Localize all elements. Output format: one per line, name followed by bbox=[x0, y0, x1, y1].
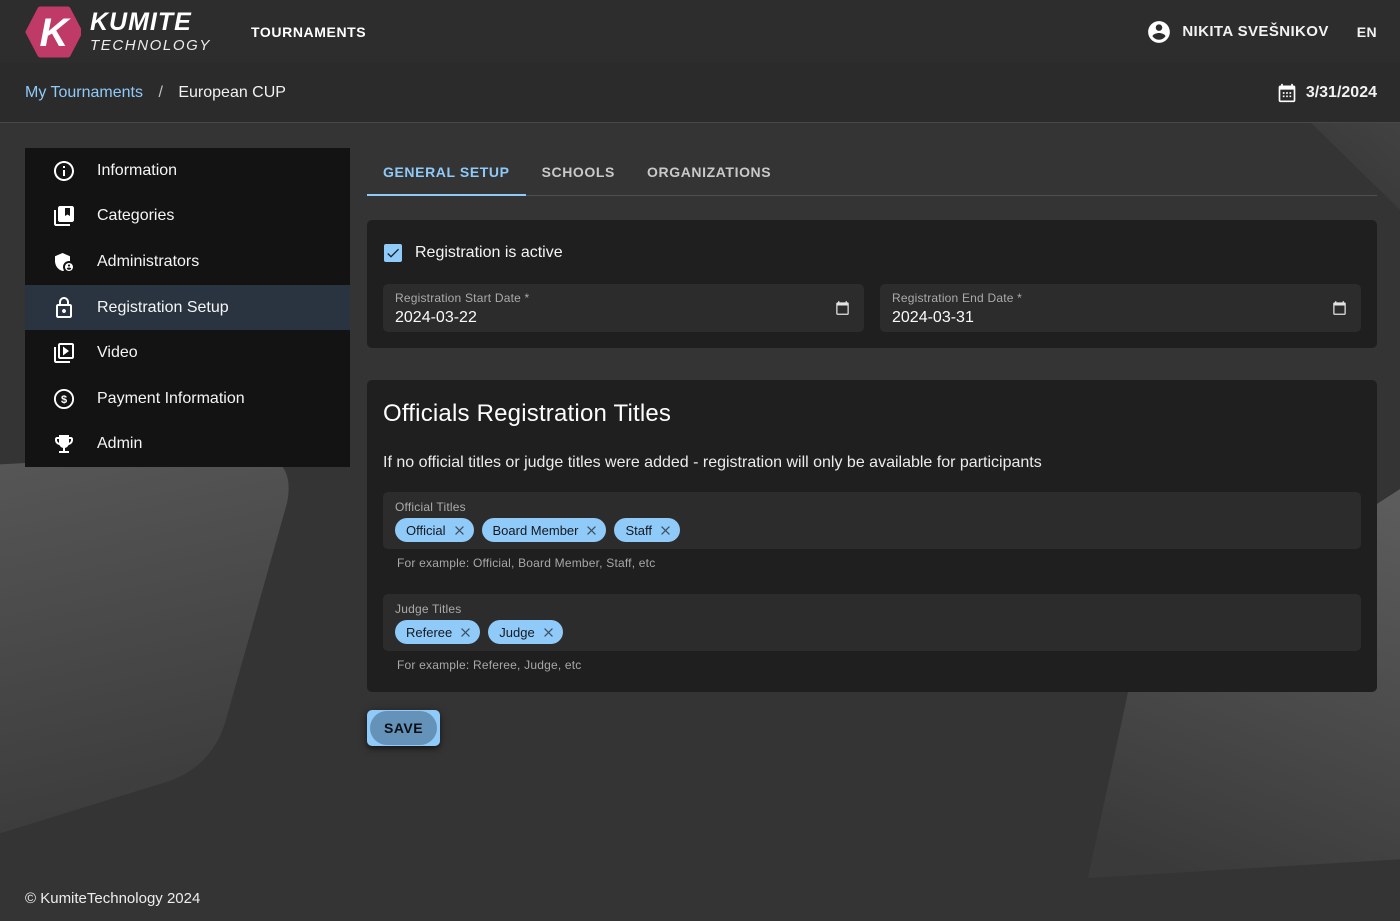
date-picker-icon[interactable] bbox=[1332, 301, 1347, 316]
sidebar-item-payment-information[interactable]: $ Payment Information bbox=[25, 376, 350, 422]
field-label: Judge Titles bbox=[395, 602, 1349, 616]
field-value: 2024-03-22 bbox=[395, 309, 820, 327]
brand-name: KUMITE bbox=[90, 10, 211, 35]
registration-start-date-field[interactable]: Registration Start Date * 2024-03-22 bbox=[383, 284, 864, 332]
breadcrumb-bar: My Tournaments / European CUP 3/31/2024 bbox=[0, 63, 1400, 123]
sidebar-item-administrators[interactable]: Administrators bbox=[25, 239, 350, 285]
user-menu[interactable]: NIKITA SVEŠNIKOV bbox=[1146, 19, 1328, 45]
chip-close-icon[interactable] bbox=[584, 523, 599, 538]
info-icon bbox=[52, 159, 76, 183]
sidebar-item-video[interactable]: Video bbox=[25, 330, 350, 376]
tab-general-setup[interactable]: GENERAL SETUP bbox=[367, 148, 526, 195]
officials-card-description: If no official titles or judge titles we… bbox=[383, 454, 1361, 472]
tab-organizations[interactable]: ORGANIZATIONS bbox=[631, 148, 787, 195]
logo-letter: K bbox=[40, 11, 72, 55]
breadcrumb-current: European CUP bbox=[178, 84, 286, 101]
sidebar-item-admin[interactable]: Admin bbox=[25, 422, 350, 468]
administrators-icon bbox=[52, 250, 76, 274]
officials-card-title: Officials Registration Titles bbox=[383, 400, 1361, 428]
breadcrumb: My Tournaments / European CUP bbox=[25, 84, 286, 102]
field-label: Registration Start Date * bbox=[395, 291, 820, 305]
user-name: NIKITA SVEŠNIKOV bbox=[1182, 23, 1328, 40]
field-value: 2024-03-31 bbox=[892, 309, 1317, 327]
lock-icon bbox=[52, 296, 76, 320]
tournament-date-value: 3/31/2024 bbox=[1306, 84, 1377, 102]
sidebar-item-categories[interactable]: Categories bbox=[25, 194, 350, 240]
date-picker-icon[interactable] bbox=[835, 301, 850, 316]
logo-text: KUMITE TECHNOLOGY bbox=[90, 10, 211, 53]
breadcrumb-separator: / bbox=[158, 84, 162, 101]
nav-tournaments[interactable]: TOURNAMENTS bbox=[251, 24, 366, 40]
categories-icon bbox=[52, 204, 76, 228]
field-label: Official Titles bbox=[395, 500, 1349, 514]
chip-close-icon[interactable] bbox=[658, 523, 673, 538]
registration-settings-card: Registration is active Registration Star… bbox=[367, 220, 1377, 348]
footer: © KumiteTechnology 2024 bbox=[25, 890, 200, 907]
date-row: Registration Start Date * 2024-03-22 Reg… bbox=[383, 284, 1361, 332]
copyright-text: © KumiteTechnology 2024 bbox=[25, 890, 200, 907]
checkbox-label: Registration is active bbox=[415, 244, 563, 262]
brand-subtitle: TECHNOLOGY bbox=[90, 38, 211, 53]
calendar-icon bbox=[1277, 83, 1297, 103]
field-label: Registration End Date * bbox=[892, 291, 1317, 305]
chip-board-member[interactable]: Board Member bbox=[482, 518, 607, 542]
registration-end-date-field[interactable]: Registration End Date * 2024-03-31 bbox=[880, 284, 1361, 332]
sidebar-item-registration-setup[interactable]: Registration Setup bbox=[25, 285, 350, 331]
official-titles-helper: For example: Official, Board Member, Sta… bbox=[397, 556, 1361, 570]
sidebar: Information Categories Administrators Re… bbox=[25, 148, 350, 467]
save-button[interactable]: SAVE bbox=[367, 710, 440, 746]
tournament-date: 3/31/2024 bbox=[1277, 83, 1377, 103]
chip-close-icon[interactable] bbox=[541, 625, 556, 640]
language-selector[interactable]: EN bbox=[1357, 24, 1377, 40]
brand-logo[interactable]: K KUMITE TECHNOLOGY bbox=[25, 6, 211, 58]
chip-judge[interactable]: Judge bbox=[488, 620, 562, 644]
save-button-label: SAVE bbox=[384, 720, 423, 736]
app-header: K KUMITE TECHNOLOGY TOURNAMENTS NIKITA S… bbox=[0, 0, 1400, 63]
video-icon bbox=[52, 341, 76, 365]
header-right: NIKITA SVEŠNIKOV EN bbox=[1146, 19, 1377, 45]
officials-titles-card: Officials Registration Titles If no offi… bbox=[367, 380, 1377, 692]
breadcrumb-link-my-tournaments[interactable]: My Tournaments bbox=[25, 84, 143, 101]
payment-icon: $ bbox=[52, 387, 76, 411]
registration-active-checkbox[interactable]: Registration is active bbox=[384, 240, 1361, 266]
official-titles-chips: Official Board Member Staff bbox=[395, 518, 1349, 542]
chip-referee[interactable]: Referee bbox=[395, 620, 480, 644]
tab-schools[interactable]: SCHOOLS bbox=[526, 148, 631, 195]
chip-staff[interactable]: Staff bbox=[614, 518, 680, 542]
main-content: GENERAL SETUP SCHOOLS ORGANIZATIONS Regi… bbox=[367, 148, 1377, 746]
judge-titles-field[interactable]: Judge Titles Referee Judge bbox=[383, 594, 1361, 651]
chip-close-icon[interactable] bbox=[452, 523, 467, 538]
chip-official[interactable]: Official bbox=[395, 518, 474, 542]
main-layout: Information Categories Administrators Re… bbox=[0, 123, 1400, 746]
official-titles-field[interactable]: Official Titles Official Board Member St… bbox=[383, 492, 1361, 549]
sidebar-item-information[interactable]: Information bbox=[25, 148, 350, 194]
chip-close-icon[interactable] bbox=[458, 625, 473, 640]
avatar-icon bbox=[1146, 19, 1172, 45]
logo-hexagon-icon: K bbox=[25, 6, 81, 58]
checkbox-checked-icon[interactable] bbox=[384, 244, 402, 262]
svg-text:$: $ bbox=[61, 394, 67, 406]
judge-titles-chips: Referee Judge bbox=[395, 620, 1349, 644]
judge-titles-helper: For example: Referee, Judge, etc bbox=[397, 658, 1361, 672]
trophy-icon bbox=[52, 432, 76, 456]
tab-bar: GENERAL SETUP SCHOOLS ORGANIZATIONS bbox=[367, 148, 1377, 196]
